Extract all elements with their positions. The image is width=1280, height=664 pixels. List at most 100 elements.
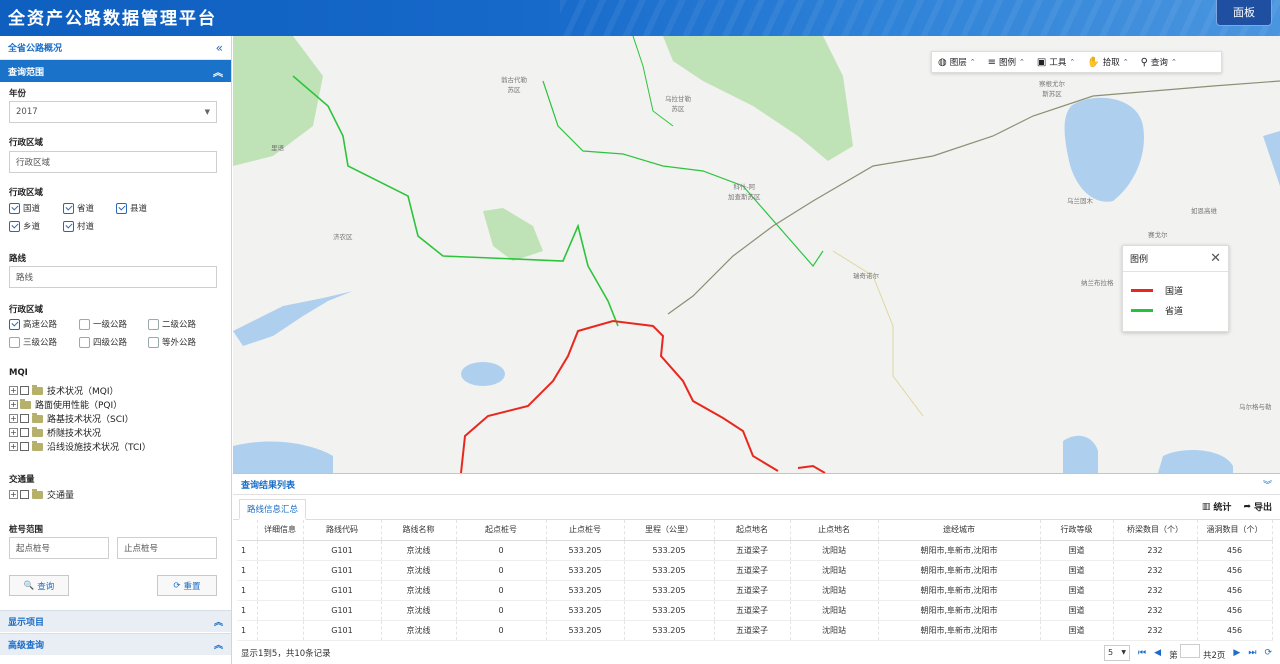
legend-item-provincial: 省道: [1131, 300, 1228, 320]
stats-button[interactable]: ▥ 统计: [1202, 500, 1232, 514]
tree-checkbox[interactable]: [20, 490, 29, 499]
map-place-label: 里语: [271, 144, 284, 152]
table-cell[interactable]: [257, 600, 304, 621]
checkbox-grade-1[interactable]: 一级公路: [79, 318, 127, 330]
collapse-sidebar-icon[interactable]: «: [216, 41, 223, 55]
table-cell[interactable]: [257, 560, 304, 581]
table-row[interactable]: 1 G101 京沈线 0 533.205 533.205 五道梁子 沈阳站 朝阳市,阜新市,沈阳…: [237, 600, 1273, 621]
checkbox-township-road[interactable]: 乡道: [9, 220, 40, 232]
checkbox-substandard[interactable]: 等外公路: [148, 336, 196, 348]
table-cell[interactable]: [257, 620, 304, 641]
legend-title: 图例: [1130, 255, 1149, 265]
checkbox-label: 二级公路: [162, 320, 197, 330]
grade-label: 行政区域: [9, 305, 44, 315]
close-icon[interactable]: ✕: [1210, 251, 1221, 266]
table-cell: 456: [1197, 540, 1273, 561]
display-items-bar[interactable]: 显示项目 ︽: [0, 610, 231, 632]
page-size-select[interactable]: 5 ▼: [1104, 644, 1131, 661]
next-page-icon[interactable]: ▶: [1233, 648, 1240, 658]
query-range-bar[interactable]: 查询范围 ︽: [0, 60, 231, 82]
legend-item-national: 国道: [1131, 280, 1228, 300]
expand-icon[interactable]: +: [9, 386, 18, 395]
display-items-title: 显示项目: [8, 618, 45, 628]
table-cell: 朝阳市,阜新市,沈阳市: [878, 620, 1041, 641]
prev-page-icon[interactable]: ◀: [1154, 648, 1161, 658]
checkbox-label: 乡道: [23, 222, 41, 232]
year-select[interactable]: 2017 ▼: [9, 101, 217, 123]
last-page-icon[interactable]: ⏭: [1248, 648, 1256, 658]
tab-route-summary[interactable]: 路线信息汇总: [239, 499, 307, 520]
table-row[interactable]: 1 G101 京沈线 0 533.205 533.205 五道梁子 沈阳站 朝阳市,阜新市,沈阳…: [237, 560, 1273, 581]
table-cell: G101: [303, 580, 382, 601]
toolbar-layers[interactable]: ◍ 图层 ⌃: [932, 52, 982, 72]
page-total: 共2页: [1203, 651, 1226, 661]
toolbar-label: 图例: [999, 58, 1017, 68]
expand-icon[interactable]: +: [9, 414, 18, 423]
table-cell[interactable]: [257, 580, 304, 601]
query-button[interactable]: 🔍 查询: [9, 575, 69, 596]
legend-panel: 图例 ✕ 国道 省道: [1122, 245, 1229, 332]
table-cell: 533.205: [546, 620, 625, 641]
end-stake-input[interactable]: 止点桩号: [117, 537, 217, 559]
checkbox-grade-4[interactable]: 四级公路: [79, 336, 127, 348]
tree-item-tci[interactable]: + 沿线设施技术状况（TCI）: [9, 440, 151, 453]
checkbox-box: [9, 202, 20, 214]
expand-icon[interactable]: +: [9, 400, 18, 409]
table-cell: 533.205: [624, 580, 715, 601]
expand-icon[interactable]: +: [9, 442, 18, 451]
checkbox-county-road[interactable]: 县道: [116, 202, 147, 214]
expand-icon[interactable]: +: [9, 428, 18, 437]
toolbar-tools[interactable]: ▣ 工具 ⌃: [1031, 52, 1081, 72]
table-cell: 沈阳站: [790, 560, 879, 581]
query-form: 年份 2017 ▼ 行政区域 行政区域 行政区域 国道 省道 县道 乡道 村道 …: [0, 82, 231, 606]
table-row[interactable]: 1 G101 京沈线 0 533.205 533.205 五道梁子 沈阳站 朝阳市,阜新市,沈阳…: [237, 540, 1273, 561]
tree-item-traffic[interactable]: + 交通量: [9, 488, 74, 501]
table-row[interactable]: 1 G101 京沈线 0 533.205 533.205 五道梁子 沈阳站 朝阳市,阜新市,沈阳…: [237, 620, 1273, 641]
table-cell: G101: [303, 600, 382, 621]
map-place-label: 乌兰固木: [1067, 197, 1093, 205]
tree-item-mqi[interactable]: + 技术状况（MQI）: [9, 384, 119, 397]
toolbar-legend[interactable]: ≡ 图例 ⌃: [982, 52, 1031, 72]
refresh-icon[interactable]: ⟳: [1264, 648, 1272, 658]
checkbox-grade-3[interactable]: 三级公路: [9, 336, 57, 348]
table-row[interactable]: 1 G101 京沈线 0 533.205 533.205 五道梁子 沈阳站 朝阳市,阜新市,沈阳…: [237, 580, 1273, 601]
list-icon: ≡: [987, 56, 997, 68]
map-view[interactable]: 翁古代勒 苏区 乌拉甘勒 苏区 科什-阿 加查斯苏区 察根尤尔 斯苏区 乌兰固木…: [233, 36, 1280, 473]
column-header: 起点地名: [714, 520, 791, 541]
checkbox-label: 等外公路: [162, 338, 197, 348]
column-header: 起点桩号: [456, 520, 547, 541]
reset-button[interactable]: ⟳ 重置: [157, 575, 217, 596]
expand-icon[interactable]: +: [9, 490, 18, 499]
tree-checkbox[interactable]: [20, 428, 29, 437]
checkbox-grade-2[interactable]: 二级公路: [148, 318, 196, 330]
legend-label: 省道: [1165, 306, 1184, 317]
toolbar-pick[interactable]: ✋ 拾取 ⌃: [1081, 52, 1134, 72]
route-input[interactable]: 路线: [9, 266, 217, 288]
toolbar-query[interactable]: ⚲ 查询 ⌃: [1135, 52, 1183, 72]
collapse-results-icon[interactable]: ︾: [1263, 478, 1272, 491]
checkbox-village-road[interactable]: 村道: [63, 220, 94, 232]
dashboard-button[interactable]: 面板: [1216, 0, 1272, 26]
checkbox-expressway[interactable]: 高速公路: [9, 318, 57, 330]
start-stake-input[interactable]: 起点桩号: [9, 537, 109, 559]
tree-checkbox[interactable]: [20, 442, 29, 451]
tree-item-pqi[interactable]: + 路面使用性能（PQI）: [9, 398, 122, 411]
export-button[interactable]: ➦ 导出: [1243, 500, 1272, 514]
region-input[interactable]: 行政区域: [9, 151, 217, 173]
table-cell: 1: [237, 560, 258, 581]
tree-checkbox[interactable]: [20, 386, 29, 395]
first-page-icon[interactable]: ⏮: [1138, 648, 1146, 658]
checkbox-provincial-road[interactable]: 省道: [63, 202, 94, 214]
map-toolbar: ◍ 图层 ⌃ ≡ 图例 ⌃ ▣ 工具 ⌃ ✋ 拾取 ⌃ ⚲ 查询 ⌃: [931, 51, 1222, 73]
app-header: 全资产公路数据管理平台 面板: [0, 0, 1280, 36]
checkbox-national-road[interactable]: 国道: [9, 202, 40, 214]
tree-item-bridge[interactable]: + 桥隧技术状况: [9, 426, 101, 439]
table-cell: 1: [237, 600, 258, 621]
map-place-label: 乌拉甘勒 苏区: [665, 95, 691, 113]
tree-item-sci[interactable]: + 路基技术状况（SCI）: [9, 412, 134, 425]
page-size-value: 5: [1108, 648, 1114, 657]
tree-checkbox[interactable]: [20, 414, 29, 423]
page-number-input[interactable]: [1180, 644, 1201, 658]
table-cell[interactable]: [257, 540, 304, 561]
advanced-query-bar[interactable]: 高级查询 ︽: [0, 633, 231, 655]
